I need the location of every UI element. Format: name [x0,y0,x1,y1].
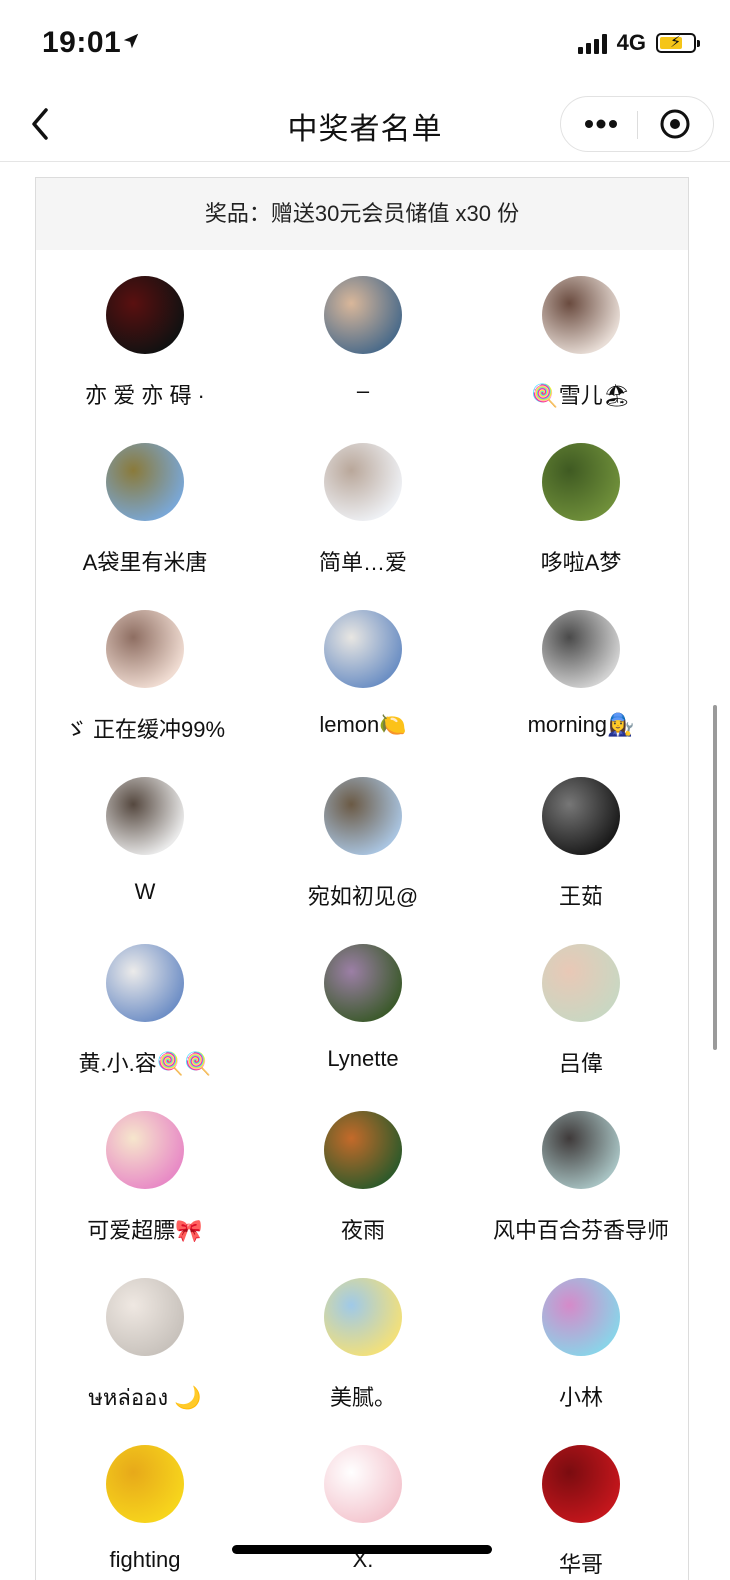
winner-item: X. [254,1419,472,1580]
winner-avatar [542,443,620,521]
winner-name: – [356,378,370,403]
home-indicator [232,1545,492,1554]
winner-avatar [324,610,402,688]
winner-avatar [106,944,184,1022]
winner-avatar [106,443,184,521]
winner-item: 宛如初见@ [254,751,472,918]
winner-item: lemon🍋 [254,584,472,751]
winner-item: 🍭雪儿🏖 [472,250,690,417]
status-bar: 19:01 4G ⚡ [0,0,730,88]
winner-name: 夜雨 [340,1218,385,1243]
winner-avatar [542,1278,620,1356]
more-button[interactable] [561,97,637,151]
winner-avatar [324,944,402,1022]
winner-name: 🍭雪儿🏖 [531,383,631,408]
winner-item: ゞ 正在缓冲99% [36,584,254,751]
winner-item: 美腻。 [254,1252,472,1419]
winner-item: – [254,250,472,417]
winner-item: 风中百合芬香导师 [472,1085,690,1252]
winner-name: 简单…爱 [318,550,407,575]
winner-avatar [324,777,402,855]
winner-name: lemon🍋 [319,712,407,737]
winner-avatar [324,1278,402,1356]
winner-avatar [106,1445,184,1523]
status-time: 19:01 [42,26,122,59]
winner-item: 小林 [472,1252,690,1419]
nav-bar: 中奖者名单 [0,88,730,162]
winner-avatar [542,944,620,1022]
winner-name: 风中百合芬香导师 [492,1218,669,1243]
winner-name: morning👩‍🔧 [527,712,635,737]
winner-avatar [542,1111,620,1189]
winner-item: 华哥 [472,1419,690,1580]
winner-name: 华哥 [558,1552,603,1577]
winner-name: ゞ 正在缓冲99% [64,717,226,742]
winner-name: Lynette [327,1046,399,1071]
scrollbar[interactable] [713,705,717,1050]
winner-item: 夜雨 [254,1085,472,1252]
winner-avatar [106,777,184,855]
location-arrow-icon [123,33,139,49]
winner-item: 王茹 [472,751,690,918]
prize-banner: 奖品：赠送30元会员储值 x30 份 [36,178,688,250]
winner-item: 哆啦A梦 [472,417,690,584]
more-dots-icon [585,119,617,129]
winner-name: A袋里有米唐 [82,550,208,575]
winner-name: 美腻。 [329,1385,396,1410]
winner-name: 王茹 [558,884,603,909]
winner-name: fighting [109,1547,181,1572]
winner-name: ษหล่ออง 🌙 [88,1385,202,1410]
winner-item: Lynette [254,918,472,1085]
winner-avatar [542,777,620,855]
winner-avatar [324,443,402,521]
winner-avatar [542,1445,620,1523]
winner-avatar [106,1278,184,1356]
winner-item: 亦 爱 亦 碍 · [36,250,254,417]
winner-avatar [324,276,402,354]
network-type: 4G [616,30,646,55]
winner-item: morning👩‍🔧 [472,584,690,751]
winner-item: 黄.小.容🍭🍭 [36,918,254,1085]
winner-name: 黄.小.容🍭🍭 [78,1051,212,1076]
winner-item: W [36,751,254,918]
winner-name: 吕偉 [558,1051,603,1076]
winner-name: W [134,879,156,904]
winner-avatar [542,276,620,354]
winner-item: 可爱超膘🎀 [36,1085,254,1252]
cellular-signal-icon [577,32,607,54]
target-close-icon [660,109,690,139]
winner-name: 可爱超膘🎀 [87,1218,203,1243]
close-miniprogram-button[interactable] [637,97,713,151]
winner-item: A袋里有米唐 [36,417,254,584]
battery-icon: ⚡ [656,33,700,53]
winner-avatar [324,1445,402,1523]
winner-item: fighting [36,1419,254,1580]
winner-item: 简单…爱 [254,417,472,584]
winners-card: 奖品：赠送30元会员储值 x30 份 亦 爱 亦 碍 · – 🍭雪儿🏖 A袋里有米唐 简… [35,177,689,1580]
winner-avatar [106,1111,184,1189]
winner-avatar [106,610,184,688]
winner-name: 宛如初见@ [307,884,419,909]
winner-avatar [542,610,620,688]
winner-item: ษหล่ออง 🌙 [36,1252,254,1419]
winner-name: 哆啦A梦 [540,550,622,575]
winner-avatar [106,276,184,354]
winner-name: 小林 [558,1385,603,1410]
winner-avatar [324,1111,402,1189]
winner-item: 吕偉 [472,918,690,1085]
winner-name: 亦 爱 亦 碍 · [85,383,205,408]
miniprogram-capsule [560,96,714,152]
